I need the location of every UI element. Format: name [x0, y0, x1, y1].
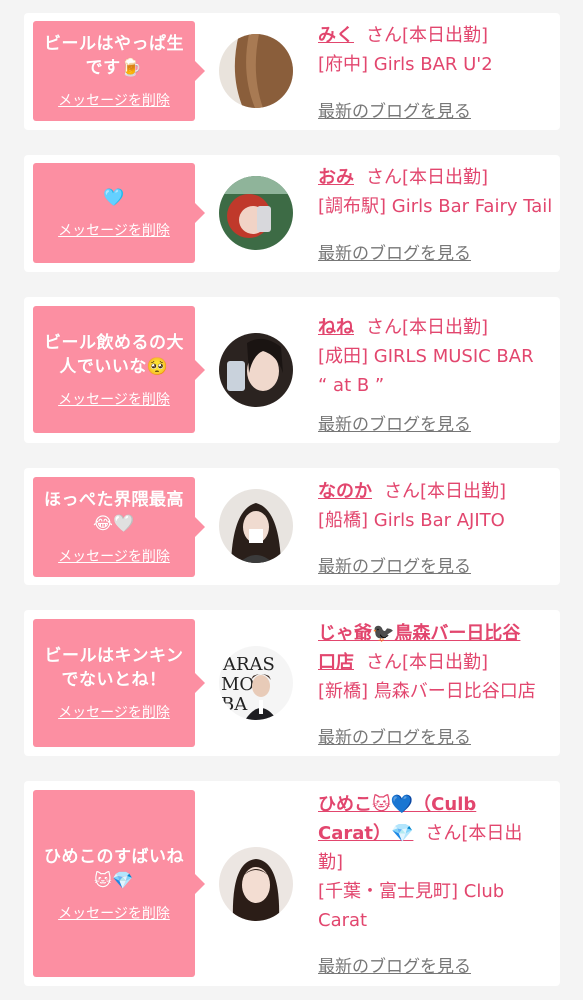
status-text: [本日出勤] — [402, 167, 489, 188]
message-text: ほっぺた界隈最高 😂🤍 — [44, 490, 184, 534]
svg-text:MO: MO — [221, 674, 254, 695]
cast-name-link[interactable]: ひめこ🐱💙（Culb — [318, 794, 476, 815]
latest-blog-link[interactable]: 最新のブログを見る — [318, 239, 471, 264]
cast-card: 🩵 メッセージを削除 おみ さん[本日出勤] [調布駅] Girls Bar Fa… — [24, 155, 560, 272]
message-bubble: 🩵 メッセージを削除 — [33, 163, 205, 263]
status-text: [本日出勤] — [402, 25, 489, 46]
delete-message-link[interactable]: メッセージを削除 — [58, 389, 170, 409]
honorific: さん — [425, 823, 462, 844]
message-bubble: ひめこのすばいね 🐱💎 メッセージを削除 — [33, 790, 205, 977]
shop-name: [千葉・富士見町] Club — [318, 881, 505, 902]
svg-text:BA: BA — [221, 694, 248, 715]
shop-name: [新橋] 鳥森バー日比谷口店 — [318, 681, 536, 702]
cast-card: ビールはキンキン でないとね！ メッセージを削除 ARAS MO BA じゃ爺🐦‍… — [24, 610, 560, 756]
honorific: さん — [366, 652, 402, 673]
latest-blog-link[interactable]: 最新のブログを見る — [318, 97, 471, 122]
shop-name: [船橋] Girls Bar AJITO — [318, 510, 505, 531]
message-text: ビールはやっぱ生 です🍺 — [44, 34, 184, 78]
message-bubble: ほっぺた界隈最高 😂🤍 メッセージを削除 — [33, 477, 205, 577]
honorific: さん — [384, 481, 420, 502]
svg-text:ARAS: ARAS — [222, 654, 275, 675]
delete-message-link[interactable]: メッセージを削除 — [58, 546, 170, 566]
avatar[interactable] — [219, 333, 293, 407]
avatar[interactable] — [219, 489, 293, 563]
cast-name-link[interactable]: みく — [318, 25, 354, 46]
shop-name: [成田] GIRLS MUSIC BAR — [318, 346, 534, 367]
cast-card: ビールはやっぱ生 です🍺 メッセージを削除 みく さん[本日出勤] [府中] Gir… — [24, 13, 560, 130]
cast-card: ほっぺた界隈最高 😂🤍 メッセージを削除 なのか さん[本日出勤] [船橋] Gir… — [24, 468, 560, 585]
message-text: ビールはキンキン でないとね！ — [44, 646, 184, 690]
latest-blog-link[interactable]: 最新のブログを見る — [318, 952, 471, 977]
message-bubble: ビール飲めるの大 人でいいな🥺 メッセージを削除 — [33, 306, 205, 433]
message-text: 🩵 — [103, 188, 125, 208]
cast-card: ビール飲めるの大 人でいいな🥺 メッセージを削除 ねね さん[本日出勤] [成田] … — [24, 297, 560, 443]
cast-name-link[interactable]: おみ — [318, 167, 354, 188]
status-text: [本日出 — [461, 823, 523, 844]
message-text: ひめこのすばいね 🐱💎 — [44, 846, 184, 891]
message-bubble: ビールはやっぱ生 です🍺 メッセージを削除 — [33, 21, 205, 121]
delete-message-link[interactable]: メッセージを削除 — [58, 220, 170, 240]
shop-name: [府中] Girls BAR U'2 — [318, 54, 493, 75]
honorific: さん — [366, 317, 402, 338]
shop-name: [調布駅] Girls Bar Fairy Tail — [318, 196, 553, 217]
cast-name-link[interactable]: じゃ爺🐦‍⬛鳥森バー日比谷 — [318, 623, 520, 644]
message-text: ビール飲めるの大 人でいいな🥺 — [44, 332, 184, 377]
shop-name-line2: “ at B ” — [318, 375, 385, 396]
message-bubble: ビールはキンキン でないとね！ メッセージを削除 — [33, 619, 205, 747]
cast-name-link[interactable]: なのか — [318, 481, 372, 502]
avatar[interactable] — [219, 34, 293, 108]
delete-message-link[interactable]: メッセージを削除 — [58, 903, 170, 923]
avatar[interactable] — [219, 847, 293, 921]
avatar[interactable]: ARAS MO BA — [219, 646, 293, 720]
status-text: [本日出勤] — [420, 481, 507, 502]
cast-card: ひめこのすばいね 🐱💎 メッセージを削除 ひめこ🐱💙（Culb Carat）💎 さん… — [24, 781, 560, 986]
avatar[interactable] — [219, 176, 293, 250]
delete-message-link[interactable]: メッセージを削除 — [58, 90, 170, 110]
delete-message-link[interactable]: メッセージを削除 — [58, 702, 170, 722]
cast-name-link-line2[interactable]: 口店 — [318, 652, 354, 673]
honorific: さん — [366, 167, 402, 188]
latest-blog-link[interactable]: 最新のブログを見る — [318, 723, 471, 748]
status-text-line2: 勤] — [318, 852, 344, 873]
latest-blog-link[interactable]: 最新のブログを見る — [318, 552, 471, 577]
status-text: [本日出勤] — [402, 652, 489, 673]
latest-blog-link[interactable]: 最新のブログを見る — [318, 410, 471, 435]
cast-name-link[interactable]: ねね — [318, 317, 354, 338]
cast-name-link-line2[interactable]: Carat）💎 — [318, 823, 413, 844]
status-text: [本日出勤] — [402, 317, 489, 338]
honorific: さん — [366, 25, 402, 46]
shop-name-line2: Carat — [318, 910, 368, 931]
